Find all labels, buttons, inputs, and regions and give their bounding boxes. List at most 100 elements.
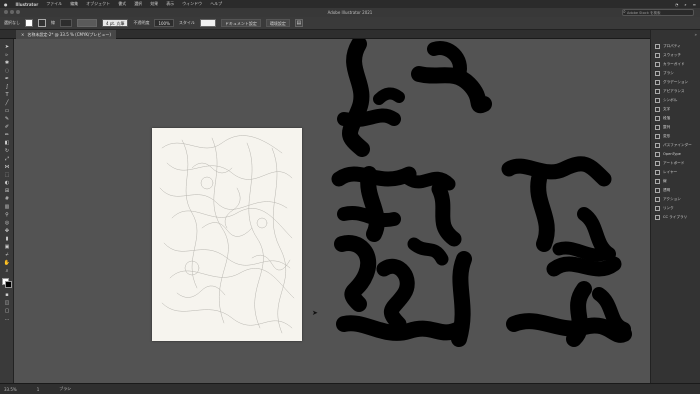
- stroke-weight-field[interactable]: [60, 19, 72, 27]
- menu-view[interactable]: 表示: [166, 1, 174, 7]
- spotlight-icon[interactable]: ⌕: [684, 2, 686, 7]
- stroke-label: 線: [51, 20, 55, 25]
- menu-window[interactable]: ウィンドウ: [182, 1, 202, 7]
- menu-app[interactable]: Illustrator: [16, 2, 39, 7]
- menu-edit[interactable]: 編集: [70, 1, 78, 7]
- rotate-tool-icon[interactable]: ↻: [3, 149, 11, 154]
- brushes-icon: [655, 70, 660, 76]
- menu-file[interactable]: ファイル: [46, 1, 62, 7]
- artboard-navigator[interactable]: 1: [37, 387, 40, 392]
- panel-align[interactable]: 整列: [655, 123, 670, 131]
- align-icon: [655, 124, 660, 130]
- paintbrush-tool-icon[interactable]: ✎: [3, 117, 11, 122]
- lasso-tool-icon[interactable]: ◌: [3, 69, 11, 74]
- width-tool-icon[interactable]: ⋈: [3, 165, 11, 170]
- variable-width-dropdown[interactable]: [77, 19, 97, 27]
- close-tab-icon[interactable]: ×: [21, 30, 24, 39]
- shaper-tool-icon[interactable]: ✐: [3, 125, 11, 130]
- document-setup-button[interactable]: ドキュメント設定: [220, 19, 261, 27]
- panel-character[interactable]: 文字: [655, 105, 670, 113]
- pen-tool-icon[interactable]: ✒: [3, 77, 11, 82]
- panel-artboards[interactable]: アートボード: [655, 159, 684, 167]
- graphic-style-swatch[interactable]: [199, 19, 216, 27]
- panel-opentype[interactable]: OpenType: [655, 150, 681, 158]
- minimize-window-button[interactable]: [10, 10, 14, 14]
- zoom-level[interactable]: 33.5%: [4, 387, 17, 392]
- panel-transform[interactable]: 変形: [655, 132, 670, 140]
- panel-brushes[interactable]: ブラシ: [655, 69, 674, 77]
- panel-gradient[interactable]: グラデーション: [655, 78, 688, 86]
- perspective-grid-tool-icon[interactable]: ⊞: [3, 189, 11, 194]
- panel-layers[interactable]: レイヤー: [655, 168, 677, 176]
- free-transform-tool-icon[interactable]: ⬚: [3, 173, 11, 178]
- line-tool-icon[interactable]: ╱: [3, 101, 11, 106]
- panel-actions[interactable]: アクション: [655, 195, 681, 203]
- stroke-color-swatch[interactable]: [5, 281, 12, 288]
- canvas-area[interactable]: ➤: [14, 39, 650, 383]
- panel-cc-libraries[interactable]: CC ライブラリ: [655, 213, 687, 221]
- symbol-sprayer-tool-icon[interactable]: ✤: [3, 229, 11, 234]
- pathfinder-icon: [655, 142, 660, 148]
- direct-selection-tool-icon[interactable]: ▹: [3, 53, 11, 58]
- shape-builder-tool-icon[interactable]: ◐: [3, 181, 11, 186]
- zoom-tool-icon[interactable]: ⌕: [3, 269, 11, 274]
- slice-tool-icon[interactable]: ⌿: [3, 253, 11, 258]
- graph-tool-icon[interactable]: ▮: [3, 237, 11, 242]
- collapse-panels-icon[interactable]: »: [695, 32, 697, 37]
- panel-paragraph[interactable]: 段落: [655, 114, 670, 122]
- blend-tool-icon[interactable]: ◎: [3, 221, 11, 226]
- panel-swatches[interactable]: スウォッチ: [655, 51, 681, 59]
- scale-tool-icon[interactable]: ⤢: [3, 157, 11, 162]
- selection-tool-icon[interactable]: ➤: [3, 45, 11, 50]
- artboards-icon: [655, 160, 660, 166]
- fill-swatch[interactable]: [25, 19, 33, 27]
- menu-select[interactable]: 選択: [134, 1, 142, 7]
- preferences-button[interactable]: 環境設定: [265, 19, 290, 27]
- magic-wand-tool-icon[interactable]: ✱: [3, 61, 11, 66]
- panel-dock: » プロパティ スウォッチ カラーガイド ブラシ グラデーション アピアランス …: [650, 30, 700, 383]
- pencil-tool-icon[interactable]: ✏: [3, 133, 11, 138]
- close-window-button[interactable]: [4, 10, 8, 14]
- menu-effect[interactable]: 効果: [150, 1, 158, 7]
- color-mode-icon[interactable]: ▪: [3, 293, 11, 298]
- curvature-tool-icon[interactable]: ∫: [3, 85, 11, 90]
- paragraph-icon: [655, 115, 660, 121]
- edit-toolbar-icon[interactable]: …: [3, 317, 11, 322]
- panel-links[interactable]: リンク: [655, 204, 674, 212]
- stock-search-input[interactable]: Adobe Stock を検索: [622, 9, 694, 16]
- control-center-icon[interactable]: ≡: [693, 2, 696, 7]
- window-title: Adobe Illustrator 2021: [327, 10, 373, 15]
- style-label: スタイル: [178, 20, 195, 25]
- brush-definition-dropdown[interactable]: 4 pt. 丸筆: [102, 19, 129, 27]
- gradient-tool-icon[interactable]: ▥: [3, 205, 11, 210]
- mac-menubar: ● Illustrator ファイル 編集 オブジェクト 書式 選択 効果 表示…: [0, 0, 700, 8]
- document-tab[interactable]: × 名称未設定-2* @ 33.5 % (CMYK/プレビュー): [16, 30, 116, 39]
- menu-object[interactable]: オブジェクト: [86, 1, 110, 7]
- mesh-tool-icon[interactable]: #: [3, 197, 11, 202]
- panel-symbols[interactable]: シンボル: [655, 96, 677, 104]
- arrange-documents-icon[interactable]: ▤: [294, 19, 303, 27]
- panel-appearance[interactable]: アピアランス: [655, 87, 685, 95]
- eyedropper-tool-icon[interactable]: ⚲: [3, 213, 11, 218]
- panel-stroke[interactable]: 線: [655, 177, 667, 185]
- zoom-window-button[interactable]: [16, 10, 20, 14]
- wifi-icon[interactable]: ◔: [675, 2, 679, 7]
- selection-label: 選択なし: [4, 20, 20, 25]
- menu-help[interactable]: ヘルプ: [210, 1, 222, 7]
- screen-mode-icon[interactable]: ▢: [3, 309, 11, 314]
- menu-type[interactable]: 書式: [118, 1, 126, 7]
- opacity-field[interactable]: 100%: [154, 19, 174, 27]
- panel-properties[interactable]: プロパティ: [655, 42, 681, 50]
- eraser-tool-icon[interactable]: ◧: [3, 141, 11, 146]
- artboard-tool-icon[interactable]: ▣: [3, 245, 11, 250]
- stroke-swatch[interactable]: [38, 19, 46, 27]
- rectangle-tool-icon[interactable]: ▭: [3, 109, 11, 114]
- panel-transparency[interactable]: 透明: [655, 186, 670, 194]
- panel-color-guide[interactable]: カラーガイド: [655, 60, 685, 68]
- panel-pathfinder[interactable]: パスファインダー: [655, 141, 692, 149]
- draw-mode-icon[interactable]: ◫: [3, 301, 11, 306]
- type-tool-icon[interactable]: T: [3, 93, 11, 98]
- apple-icon[interactable]: ●: [4, 2, 8, 7]
- hand-tool-icon[interactable]: ✋: [3, 261, 11, 266]
- brush-artwork[interactable]: [14, 39, 650, 383]
